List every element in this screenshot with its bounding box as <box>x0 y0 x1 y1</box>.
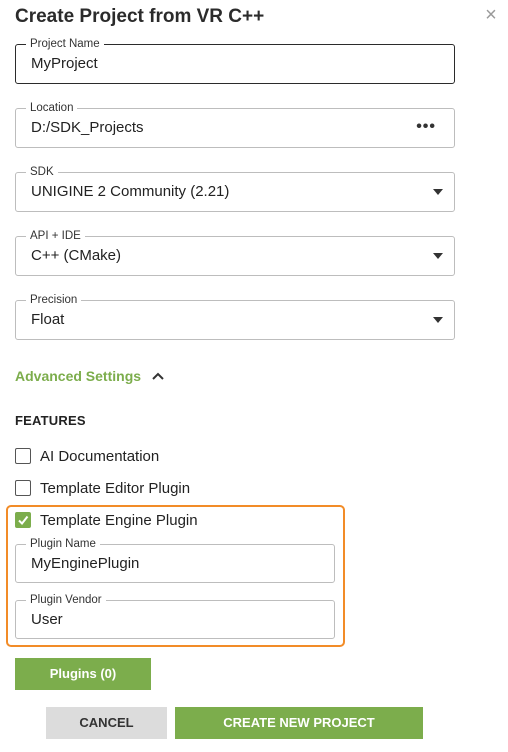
caret-down-icon <box>433 317 443 323</box>
plugin-vendor-field[interactable]: Plugin Vendor User <box>15 592 335 639</box>
caret-down-icon <box>433 189 443 195</box>
plugin-name-value: MyEnginePlugin <box>31 555 140 572</box>
precision-select[interactable]: Precision Float <box>15 292 455 340</box>
caret-down-icon <box>433 253 443 259</box>
project-name-field[interactable]: Project Name MyProject <box>15 36 455 84</box>
checkbox[interactable] <box>15 448 31 464</box>
location-field[interactable]: Location D:/SDK_Projects ••• <box>15 100 455 148</box>
chevron-up-icon <box>152 372 164 380</box>
advanced-settings-label: Advanced Settings <box>15 368 142 384</box>
dialog-title: Create Project from VR C++ <box>15 6 265 27</box>
feature-label: Template Editor Plugin <box>40 479 191 497</box>
checkbox-checked[interactable] <box>15 512 31 528</box>
location-value: D:/SDK_Projects <box>31 119 144 136</box>
precision-value: Float <box>31 311 65 328</box>
features-heading: FEATURES <box>15 413 86 428</box>
feature-label: AI Documentation <box>40 447 160 465</box>
plugin-vendor-value: User <box>31 611 63 628</box>
checkbox[interactable] <box>15 480 31 496</box>
feature-label: Template Engine Plugin <box>40 511 198 529</box>
checkmark-icon <box>18 515 29 526</box>
feature-ai-documentation[interactable]: AI Documentation <box>15 445 159 467</box>
more-dots-icon[interactable]: ••• <box>416 109 436 147</box>
close-icon[interactable]: × <box>481 4 501 26</box>
sdk-value: UNIGINE 2 Community (2.21) <box>31 183 230 200</box>
cancel-button[interactable]: CANCEL <box>46 707 167 739</box>
plugins-button[interactable]: Plugins (0) <box>15 658 151 690</box>
api-ide-value: C++ (CMake) <box>31 247 122 264</box>
feature-template-engine-plugin[interactable]: Template Engine Plugin <box>15 509 198 531</box>
api-ide-select[interactable]: API + IDE C++ (CMake) <box>15 228 455 276</box>
advanced-settings-toggle[interactable]: Advanced Settings <box>15 367 165 385</box>
sdk-select[interactable]: SDK UNIGINE 2 Community (2.21) <box>15 164 455 212</box>
plugin-name-field[interactable]: Plugin Name MyEnginePlugin <box>15 536 335 583</box>
create-project-button[interactable]: CREATE NEW PROJECT <box>175 707 423 739</box>
feature-template-editor-plugin[interactable]: Template Editor Plugin <box>15 477 190 499</box>
project-name-value: MyProject <box>31 55 98 72</box>
